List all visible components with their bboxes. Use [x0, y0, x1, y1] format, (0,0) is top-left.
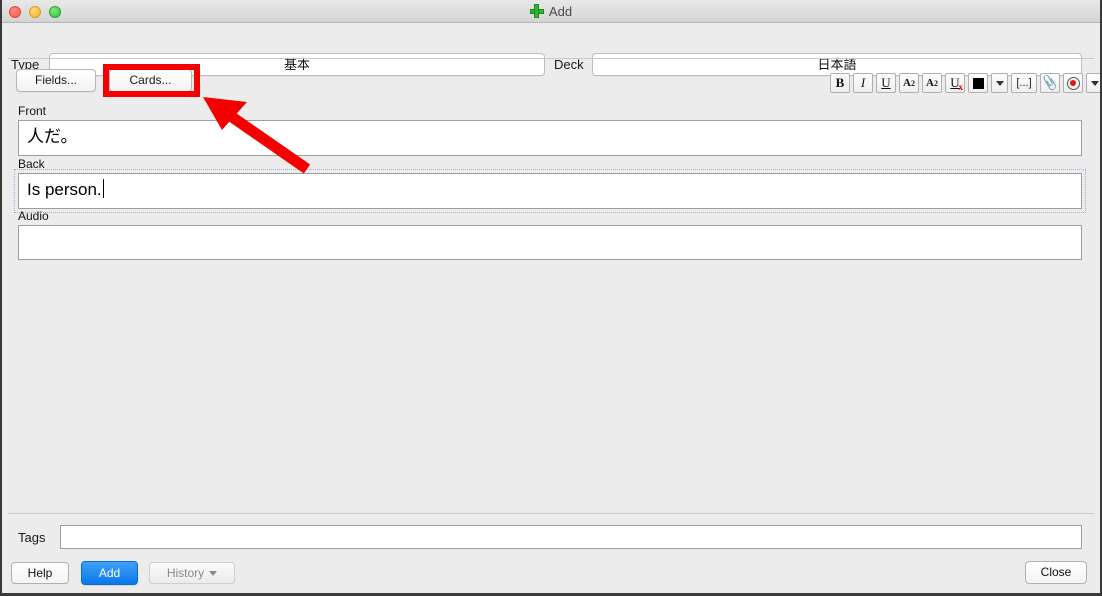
field-input-back[interactable]: Is person.	[18, 173, 1082, 209]
cloze-icon[interactable]: [...]	[1011, 73, 1037, 93]
text-caret	[102, 179, 104, 198]
remove-formatting-icon[interactable]: Ux	[945, 73, 965, 93]
history-label: History	[166, 566, 205, 580]
italic-icon[interactable]: I	[853, 73, 873, 93]
fields-button[interactable]: Fields...	[16, 69, 96, 92]
field-label-front: Front	[18, 104, 47, 118]
underline-icon[interactable]: U	[876, 73, 896, 93]
window-titlebar: Add	[0, 0, 1102, 23]
field-input-audio[interactable]	[18, 225, 1082, 260]
deck-label: Deck	[554, 57, 584, 72]
close-button[interactable]: Close	[1025, 561, 1087, 584]
field-text-back: Is person.	[27, 180, 102, 199]
green-plus-icon	[529, 4, 544, 18]
tags-input[interactable]	[60, 525, 1082, 549]
field-label-audio: Audio	[18, 209, 49, 223]
field-input-front[interactable]: 人だ。	[18, 120, 1082, 156]
add-button[interactable]: Add	[81, 561, 138, 585]
bottom-separator	[8, 513, 1094, 514]
subscript-icon[interactable]: A2	[922, 73, 942, 93]
text-color-swatch-icon[interactable]	[968, 73, 988, 93]
history-button[interactable]: History	[149, 562, 235, 584]
window-title: Add	[548, 4, 573, 19]
help-button[interactable]: Help	[11, 562, 69, 584]
color-dropdown-arrow-icon[interactable]	[991, 73, 1008, 93]
add-note-window: Add Type 基本 Deck 日本語 Fields... Cards... …	[0, 0, 1102, 596]
cards-button[interactable]: Cards...	[109, 69, 192, 92]
tags-label: Tags	[18, 530, 46, 545]
attach-paperclip-icon[interactable]: 📎	[1040, 73, 1060, 93]
chevron-down-icon	[209, 570, 218, 576]
superscript-icon[interactable]: A2	[899, 73, 919, 93]
window-title-area: Add	[0, 3, 1102, 20]
top-separator	[8, 58, 1094, 59]
notetype-deck-row: Type 基本 Deck 日本語	[0, 23, 1102, 76]
bold-icon[interactable]: B	[830, 73, 850, 93]
record-audio-icon[interactable]	[1063, 73, 1083, 93]
color-swatch	[972, 77, 984, 89]
formatting-toolbar: B I U A2 A2 Ux [...] 📎	[830, 73, 1102, 93]
window-left-edge	[0, 0, 2, 596]
